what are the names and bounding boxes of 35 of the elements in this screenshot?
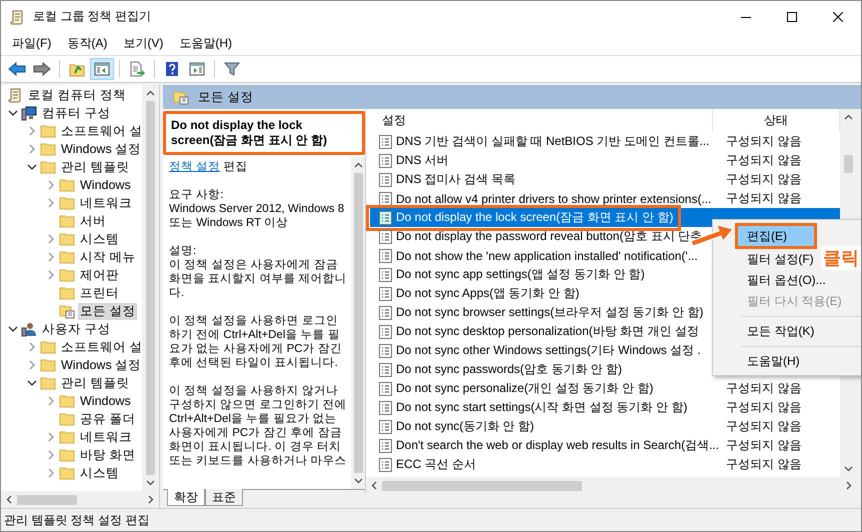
setting-name: DNS 서버	[396, 152, 449, 169]
window-title: 로컬 그룹 정책 편집기	[33, 8, 152, 25]
status-cell-text: 구성되지 않음	[725, 152, 802, 169]
setting-name: Do not sync app settings(앱 설정 동기화 안 함)	[396, 266, 645, 283]
setting-name: Do not sync desktop personalization(바탕 화면 개인 설정	[396, 323, 699, 340]
description-text: 이 정책 설정을 사용하면 로그인하기 전에 Ctrl+Alt+Del을 누를 필요가 없는 사용자에게 PC가 잠긴 후에 선택된 타일이 표시됩니다.	[169, 314, 343, 370]
status-text: 관리 템플릿 정책 설정 편집	[4, 512, 150, 528]
status-cell-text: 구성되지 않음	[725, 399, 802, 416]
setting-name: DNS 접미사 검색 목록	[396, 171, 516, 188]
setting-name: Do not show the 'new application installed' notification('...	[396, 248, 698, 262]
setting-name: Do not sync personalize(개인 설정 동기화 안 함)	[396, 380, 654, 397]
status-cell-text: 구성되지 않음	[725, 380, 802, 397]
setting-name: Do not sync other Windows settings(기타 Windows 설정 .	[396, 342, 701, 359]
status-cell-text: 구성되지 않음	[725, 133, 802, 150]
setting-name: Do not sync browser settings(브라우저 설정 동기화 안 함)	[396, 304, 704, 321]
requirements-label: 요구 사항:	[169, 188, 224, 202]
description-label: 설명:	[169, 244, 198, 258]
setting-name: Do not sync Apps(앱 동기화 안 함)	[396, 285, 580, 302]
description-text: 이 정책 설정을 사용하지 않거나 구성하지 않으면 로그인하기 전에 Ctrl+Alt+Del을 누를 필요가 없는 사용자에게 PC가 잠긴 후에 잠금 화면이 표시됩니다. 이 경우 터치 또는 키보드를 사용하거나 마우스	[169, 384, 347, 468]
edit-label: 편집	[223, 161, 248, 173]
requirements-text: Windows Server 2012, Windows 8 또는 Windows RT 이상	[169, 202, 346, 230]
status-cell-text: 구성되지 않음	[725, 418, 802, 435]
callout-text: 클릭	[821, 246, 861, 270]
setting-name: Do not sync passwords(암호 동기화 안 함)	[396, 361, 622, 378]
setting-name: Do not sync(동기화 안 함)	[396, 418, 534, 435]
setting-name: Do not allow v4 printer drivers to show printer extensions(...	[396, 192, 712, 206]
policy-title: Do not display the lock screen(잠금 화면 표시 안 함)	[163, 111, 365, 155]
status-cell-text: 구성되지 않음	[725, 190, 802, 207]
status-cell-text: 구성되지 않음	[725, 171, 802, 188]
setting-name: ECC 곡선 순서	[396, 456, 476, 473]
status-cell-text: 구성되지 않음	[725, 437, 802, 454]
header-title: 모든 설정	[198, 88, 254, 106]
description-text: 이 정책 설정은 사용자에게 잠금 화면을 표시할지 여부를 제어합니다.	[169, 258, 347, 300]
setting-name: Do not sync start settings(시작 화면 설정 동기화 안 함)	[396, 399, 688, 416]
status-cell-text: 구성되지 않음	[725, 456, 802, 473]
